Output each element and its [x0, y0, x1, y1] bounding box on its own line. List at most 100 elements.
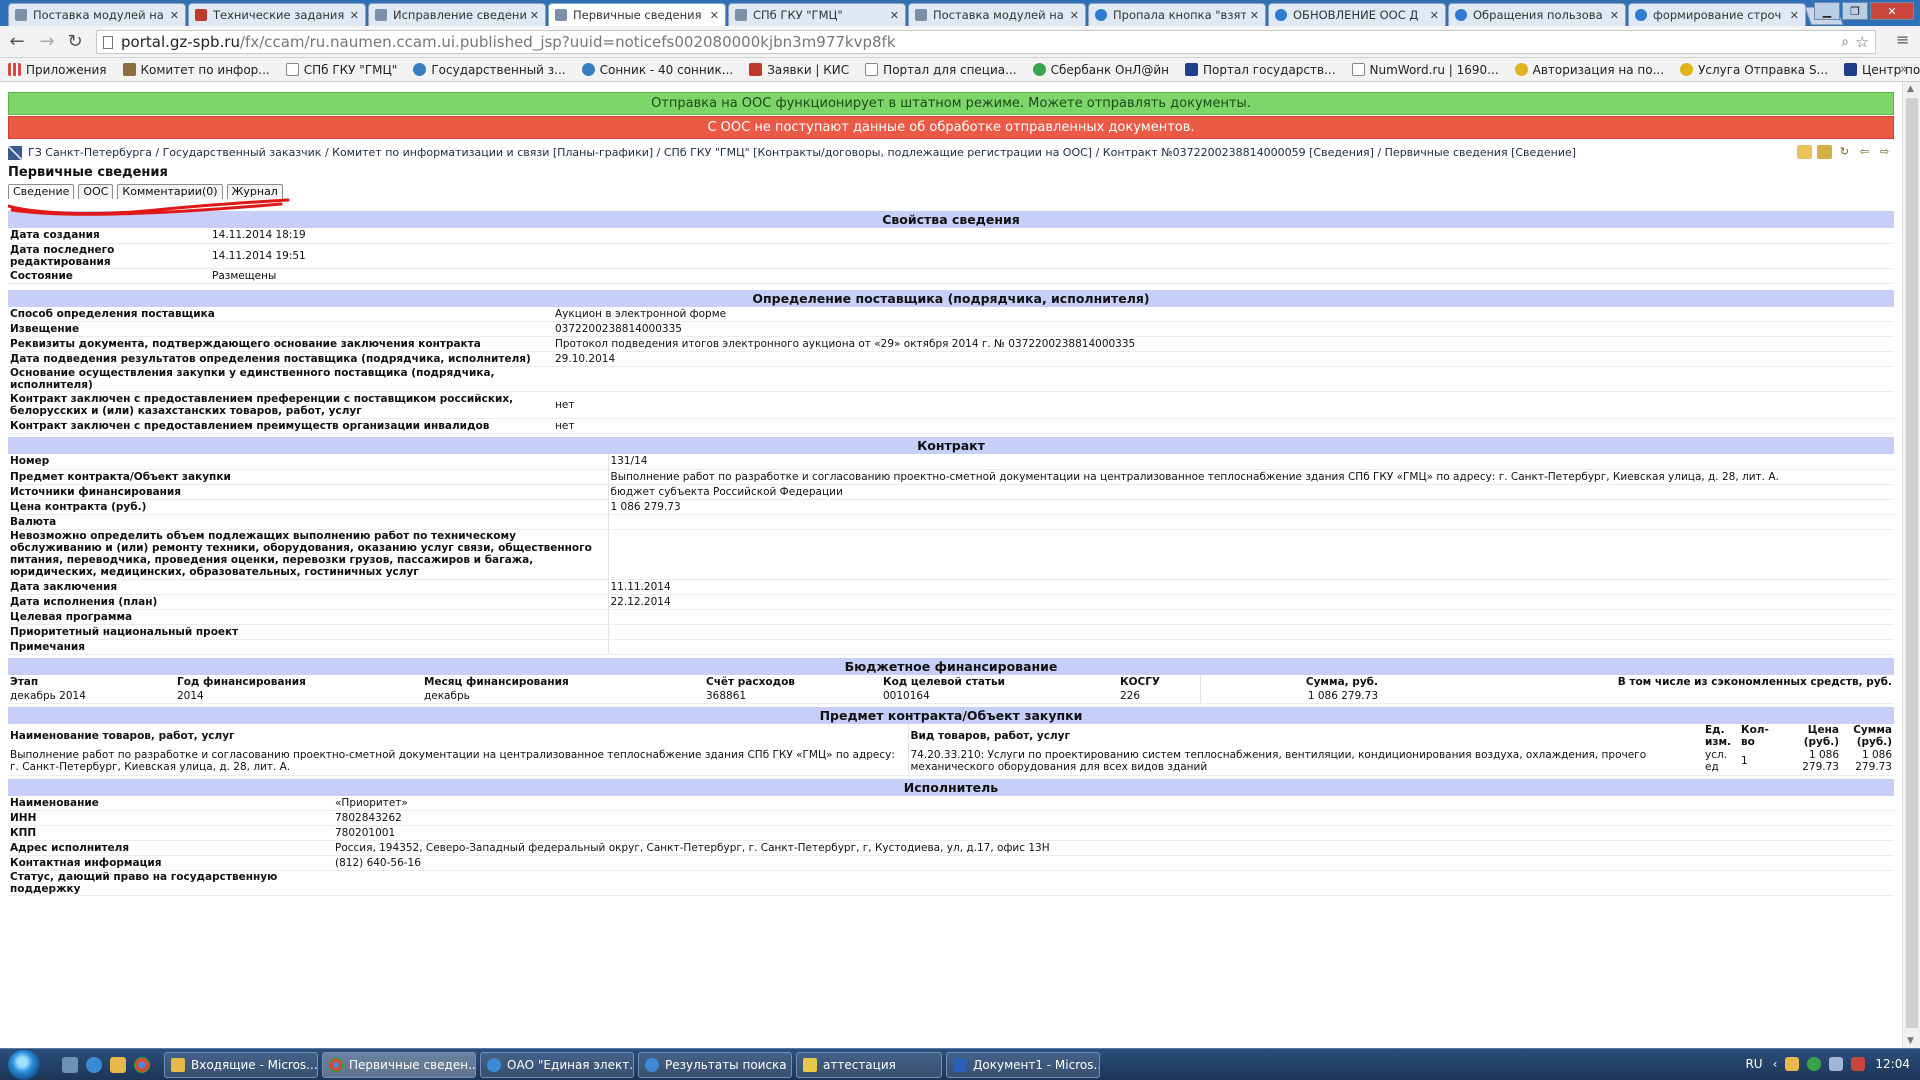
bookmark-star-icon[interactable]: ☆	[1856, 31, 1869, 53]
taskbar-item[interactable]: Входящие - Micros...	[164, 1052, 318, 1078]
table-row: Основание осуществления закупки у единст…	[8, 366, 1894, 392]
scroll-up-icon[interactable]: ▲	[1907, 84, 1914, 94]
close-window-icon[interactable]: ✕	[1870, 2, 1914, 20]
browser-tab[interactable]: формирование строч ✕	[1628, 3, 1806, 26]
browser-tab[interactable]: Пропала кнопка "взят ✕	[1088, 3, 1266, 26]
site-icon	[1184, 63, 1198, 76]
close-icon[interactable]: ✕	[1610, 9, 1619, 22]
os-taskbar: Входящие - Micros... Первичные сведен...…	[0, 1048, 1920, 1080]
breadcrumb-text[interactable]: ГЗ Санкт-Петербурга / Государственный за…	[28, 143, 1576, 163]
tab-info[interactable]: Сведение	[8, 184, 75, 199]
reload-icon[interactable]: ↻	[64, 31, 86, 53]
refresh-icon[interactable]: ↻	[1837, 145, 1852, 159]
search-icon[interactable]: ⌕	[1841, 31, 1849, 53]
menu-icon[interactable]: ≡	[1896, 32, 1912, 48]
chevron-right-icon[interactable]: »	[1900, 62, 1908, 77]
close-icon[interactable]: ✕	[710, 9, 719, 22]
doc-icon	[865, 63, 879, 76]
bookmark-item[interactable]: Сонник - 40 сонник...	[581, 63, 733, 77]
tray-app-icon[interactable]	[1807, 1057, 1822, 1071]
bookmark-item[interactable]: Услуга Отправка S...	[1680, 63, 1828, 77]
doc-icon	[735, 9, 747, 21]
language-indicator[interactable]: RU	[1745, 1057, 1762, 1071]
browser-toolbar: ← → ↻ portal.gz-spb.ru/fx/ccam/ru.naumen…	[0, 26, 1920, 58]
tab-comments[interactable]: Комментарии(0)	[117, 184, 223, 199]
bookmark-item[interactable]: Авторизация на по...	[1514, 63, 1664, 77]
browser-tab-active[interactable]: Первичные сведения ✕	[548, 3, 726, 26]
clock[interactable]: 12:04	[1875, 1057, 1910, 1071]
bookmark-item[interactable]: NumWord.ru | 1690...	[1351, 63, 1499, 77]
browser-tabs: Поставка модулей на ✕ Технические задания…	[8, 3, 1844, 26]
globe-icon	[413, 63, 427, 76]
close-icon[interactable]: ✕	[530, 9, 539, 22]
page-title: Первичные сведения	[8, 165, 168, 180]
bookmark-item[interactable]: Портал государств...	[1184, 63, 1336, 77]
close-icon[interactable]: ✕	[1250, 9, 1259, 22]
restore-icon[interactable]: ❐	[1842, 2, 1868, 20]
apps-icon	[8, 63, 21, 76]
status-banner-ok: Отправка на ООС функционирует в штатном …	[8, 92, 1894, 115]
status-banner-error: С ООС не поступают данные об обработке о…	[8, 116, 1894, 139]
close-icon[interactable]: ✕	[1430, 9, 1439, 22]
bookmark-item[interactable]: Государственный з...	[413, 63, 566, 77]
taskbar-item-active[interactable]: Первичные сведен...	[322, 1052, 476, 1078]
page-scrollbar[interactable]: ▲ ▼	[1902, 82, 1920, 1048]
taskbar-item[interactable]: Документ1 - Micros...	[946, 1052, 1100, 1078]
start-button[interactable]	[8, 1050, 40, 1080]
bookmark-item[interactable]: СПб ГКУ "ГМЦ"	[285, 63, 397, 77]
bookmark-item[interactable]: Приложения	[8, 63, 107, 77]
browser-tab[interactable]: Исправление сведени ✕	[368, 3, 546, 26]
bookmark-item[interactable]: Портал для специа...	[865, 63, 1017, 77]
close-icon[interactable]: ✕	[1790, 9, 1799, 22]
chevron-left-icon[interactable]: ‹	[1773, 1057, 1778, 1071]
address-bar[interactable]: portal.gz-spb.ru/fx/ccam/ru.naumen.ccam.…	[96, 30, 1876, 54]
arrow-left-icon[interactable]: ⇦	[1857, 145, 1872, 159]
desktop-icon[interactable]	[62, 1057, 78, 1073]
browser-tab[interactable]: Технические задания ✕	[188, 3, 366, 26]
ie-icon	[645, 1058, 659, 1072]
close-icon[interactable]: ✕	[1070, 9, 1079, 22]
site-icon	[1680, 63, 1694, 76]
folder-icon[interactable]	[1797, 145, 1812, 159]
browser-tab[interactable]: СПб ГКУ "ГМЦ" ✕	[728, 3, 906, 26]
browser-tab[interactable]: Поставка модулей на ✕	[908, 3, 1086, 26]
bookmark-item[interactable]: Комитет по инфор...	[122, 63, 270, 77]
network-icon[interactable]	[1829, 1057, 1844, 1071]
outlook-icon[interactable]	[110, 1057, 126, 1073]
taskbar-item[interactable]: Результаты поиска ...	[638, 1052, 792, 1078]
browser-tab[interactable]: ОБНОВЛЕНИЕ ООС Д ✕	[1268, 3, 1446, 26]
table-row: Контракт заключен с предоставлением преи…	[8, 418, 1894, 434]
taskbar-item[interactable]: аттестация	[796, 1052, 942, 1078]
tray-app-icon[interactable]	[1785, 1057, 1800, 1071]
arrow-right-icon[interactable]: ⇨	[1877, 145, 1892, 159]
close-icon[interactable]: ✕	[170, 9, 179, 22]
globe-icon	[1095, 9, 1107, 21]
bookmark-item[interactable]: Сбербанк ОнЛ@йн	[1032, 63, 1169, 77]
forward-icon[interactable]: →	[36, 31, 58, 53]
home-icon[interactable]	[1817, 145, 1832, 159]
ie-icon[interactable]	[86, 1057, 102, 1073]
tab-oos[interactable]: ООС	[78, 184, 114, 199]
chrome-icon[interactable]	[134, 1057, 150, 1073]
word-icon	[953, 1058, 967, 1072]
back-icon[interactable]: ←	[6, 31, 28, 53]
volume-icon[interactable]	[1851, 1057, 1866, 1071]
minimize-icon[interactable]: ▁	[1814, 2, 1840, 20]
browser-tab[interactable]: Обращения пользова ✕	[1448, 3, 1626, 26]
url-host: portal.gz-spb.ru	[121, 33, 240, 51]
taskbar-item[interactable]: ОАО "Единая элект...	[480, 1052, 634, 1078]
scroll-thumb[interactable]	[1906, 98, 1918, 1028]
browser-tab[interactable]: Поставка модулей на ✕	[8, 3, 186, 26]
close-icon[interactable]: ✕	[350, 9, 359, 22]
doc-icon	[375, 9, 387, 21]
system-tray: RU ‹ 12:04	[1745, 1057, 1910, 1071]
close-icon[interactable]: ✕	[890, 9, 899, 22]
tab-journal[interactable]: Журнал	[226, 184, 283, 199]
doc-icon	[915, 9, 927, 21]
table-row: Предмет контракта/Объект закупки Выполнен…	[8, 469, 1894, 485]
bookmark-item[interactable]: Центр по экономи...	[1844, 63, 1920, 77]
executor-section: Исполнитель Наименование «Приоритет» ИНН 7…	[8, 778, 1894, 896]
table-row: Статус, дающий право на государственную …	[8, 870, 1894, 896]
scroll-down-icon[interactable]: ▼	[1907, 1036, 1914, 1046]
bookmark-item[interactable]: Заявки | КИС	[749, 63, 849, 77]
